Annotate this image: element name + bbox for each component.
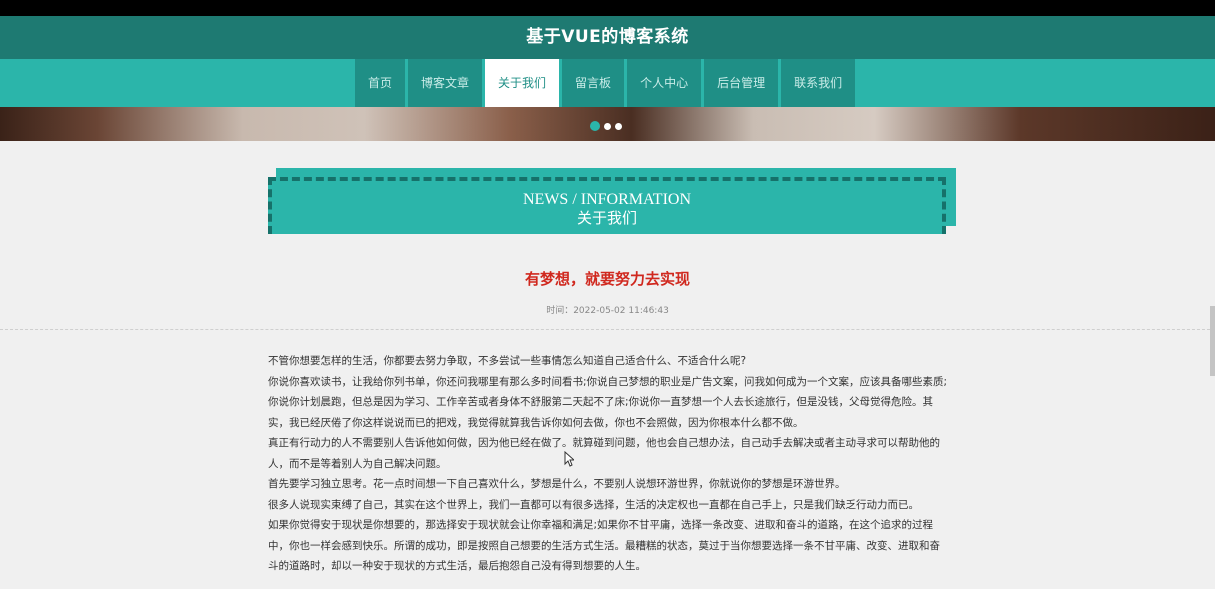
section-heading-en: NEWS / INFORMATION: [523, 191, 691, 208]
nav-item-contact-us[interactable]: 联系我们: [781, 59, 856, 107]
section-heading: NEWS / INFORMATION 关于我们: [268, 168, 956, 234]
carousel-dot-3[interactable]: [615, 122, 622, 130]
article-paragraph: 如果你觉得安于现状是你想要的，那选择安于现状就会让你幸福和满足;如果你不甘平庸，…: [268, 519, 940, 572]
main-nav: 首页 博客文章 关于我们 留言板 个人中心 后台管理 联系我们: [0, 59, 1215, 107]
article-paragraph: 不管你想要怎样的生活，你都要去努力争取，不多尝试一些事情怎么知道自己适合什么、不…: [268, 355, 747, 367]
article-paragraph: 首先要学习独立思考。花一点时间想一下自己喜欢什么，梦想是什么，不要别人说想环游世…: [268, 478, 846, 490]
article-title: 有梦想，就要努力去实现: [524, 270, 690, 288]
divider: [0, 329, 1215, 330]
article-body: 不管你想要怎样的生活，你都要去努力争取，不多尝试一些事情怎么知道自己适合什么、不…: [268, 351, 948, 577]
section-heading-box: NEWS / INFORMATION 关于我们: [268, 177, 946, 234]
article-paragraph: 真正有行动力的人不需要别人告诉他如何做，因为他已经在做了。就算碰到问题，他也会自…: [268, 437, 940, 470]
nav-item-about-us[interactable]: 关于我们: [485, 59, 560, 107]
site-header: 基于VUE的博客系统: [0, 16, 1215, 59]
carousel-dot-1[interactable]: [590, 121, 600, 131]
carousel-dot-2[interactable]: [604, 122, 611, 130]
nav-item-blog-articles[interactable]: 博客文章: [408, 59, 483, 107]
article-paragraph: 很多人说现实束缚了自己，其实在这个世界上，我们一直都可以有很多选择，生活的决定权…: [268, 498, 919, 511]
page-scrollbar[interactable]: [1210, 306, 1215, 376]
mouse-cursor-icon: [564, 451, 574, 467]
carousel-indicators: [590, 121, 622, 131]
article-time: 时间：2022-05-02 11:46:43: [546, 306, 669, 316]
carousel-banner[interactable]: [0, 107, 1215, 141]
window-top-bar: [0, 0, 1215, 16]
nav-item-home[interactable]: 首页: [355, 59, 406, 107]
nav-item-message-board[interactable]: 留言板: [562, 59, 625, 107]
nav-item-admin[interactable]: 后台管理: [704, 59, 779, 107]
article-paragraph: 你说你喜欢读书，让我给你列书单，你还问我哪里有那么多时间看书;你说自己梦想的职业…: [268, 375, 948, 429]
site-title: 基于VUE的博客系统: [526, 27, 689, 47]
nav-item-personal-center[interactable]: 个人中心: [627, 59, 702, 107]
section-heading-zh: 关于我们: [576, 209, 637, 227]
